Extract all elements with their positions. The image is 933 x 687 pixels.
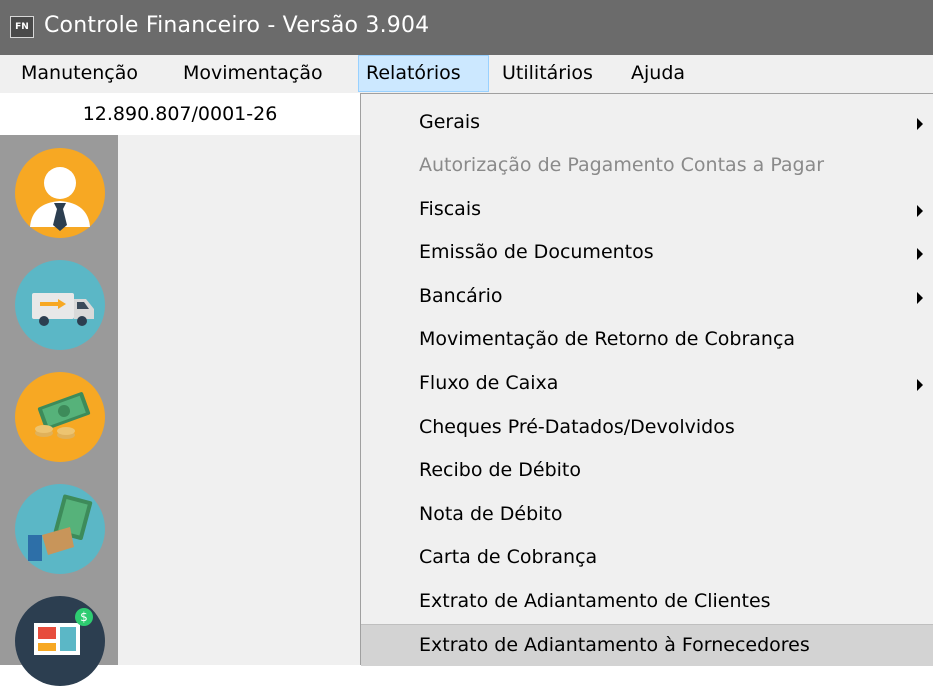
menu-item-fluxo-caixa[interactable]: Fluxo de Caixa xyxy=(361,363,933,405)
menu-item-label: Nota de Débito xyxy=(419,503,563,525)
delivery-truck-icon[interactable] xyxy=(14,259,106,351)
menu-item-nota-debito[interactable]: Nota de Débito xyxy=(361,494,933,536)
menu-item-recibo-debito[interactable]: Recibo de Débito xyxy=(361,450,933,492)
reports-dropdown-menu: Gerais Autorização de Pagamento Contas a… xyxy=(360,93,933,666)
menu-item-carta-cobranca[interactable]: Carta de Cobrança xyxy=(361,537,933,579)
company-cnpj: 12.890.807/0001-26 xyxy=(0,93,360,135)
user-icon[interactable] xyxy=(14,147,106,239)
svg-text:$: $ xyxy=(80,610,88,624)
menu-item-label: Autorização de Pagamento Contas a Pagar xyxy=(419,154,825,176)
title-bar: FN Controle Financeiro - Versão 3.904 xyxy=(0,0,933,55)
laptop-finance-icon[interactable]: $ xyxy=(14,595,106,687)
submenu-arrow-icon xyxy=(917,292,923,304)
menu-item-gerais[interactable]: Gerais xyxy=(361,102,933,144)
menu-item-label: Recibo de Débito xyxy=(419,459,582,481)
menu-item-label: Fiscais xyxy=(419,198,481,220)
menu-item-bancario[interactable]: Bancário xyxy=(361,276,933,318)
submenu-arrow-icon xyxy=(917,118,923,130)
menu-item-label: Extrato de Adiantamento de Clientes xyxy=(419,590,771,612)
menu-ajuda[interactable]: Ajuda xyxy=(624,55,692,92)
menu-item-cheques[interactable]: Cheques Pré-Datados/Devolvidos xyxy=(361,407,933,449)
menu-movimentacao[interactable]: Movimentação xyxy=(176,55,330,92)
window-title: Controle Financeiro - Versão 3.904 xyxy=(44,13,430,38)
menu-item-label: Extrato de Adiantamento à Fornecedores xyxy=(419,634,810,656)
menu-relatorios[interactable]: Relatórios xyxy=(358,55,489,92)
menu-manutencao[interactable]: Manutenção xyxy=(14,55,145,92)
menu-item-fiscais[interactable]: Fiscais xyxy=(361,189,933,231)
menu-item-label: Bancário xyxy=(419,285,503,307)
submenu-arrow-icon xyxy=(917,379,923,391)
menu-item-emissao-documentos[interactable]: Emissão de Documentos xyxy=(361,232,933,274)
menu-item-retorno-cobranca[interactable]: Movimentação de Retorno de Cobrança xyxy=(361,319,933,361)
payment-hand-icon[interactable] xyxy=(14,483,106,575)
app-logo-icon: FN xyxy=(10,16,34,38)
submenu-arrow-icon xyxy=(917,248,923,260)
sidebar-icon-strip: $ xyxy=(0,135,118,686)
menu-item-label: Emissão de Documentos xyxy=(419,241,654,263)
menu-item-label: Gerais xyxy=(419,111,481,133)
money-icon[interactable] xyxy=(14,371,106,463)
menu-item-label: Movimentação de Retorno de Cobrança xyxy=(419,328,796,350)
menu-item-label: Cheques Pré-Datados/Devolvidos xyxy=(419,416,735,438)
menu-item-extrato-fornecedores[interactable]: Extrato de Adiantamento à Fornecedores xyxy=(361,624,933,666)
menu-item-extrato-clientes[interactable]: Extrato de Adiantamento de Clientes xyxy=(361,581,933,623)
menu-item-label: Fluxo de Caixa xyxy=(419,372,559,394)
menu-item-autorizacao-pagamento: Autorização de Pagamento Contas a Pagar xyxy=(361,145,933,187)
menu-item-label: Carta de Cobrança xyxy=(419,546,598,568)
submenu-arrow-icon xyxy=(917,205,923,217)
menu-bar: Manutenção Movimentação Relatórios Utili… xyxy=(0,55,933,94)
menu-utilitarios[interactable]: Utilitários xyxy=(495,55,600,92)
